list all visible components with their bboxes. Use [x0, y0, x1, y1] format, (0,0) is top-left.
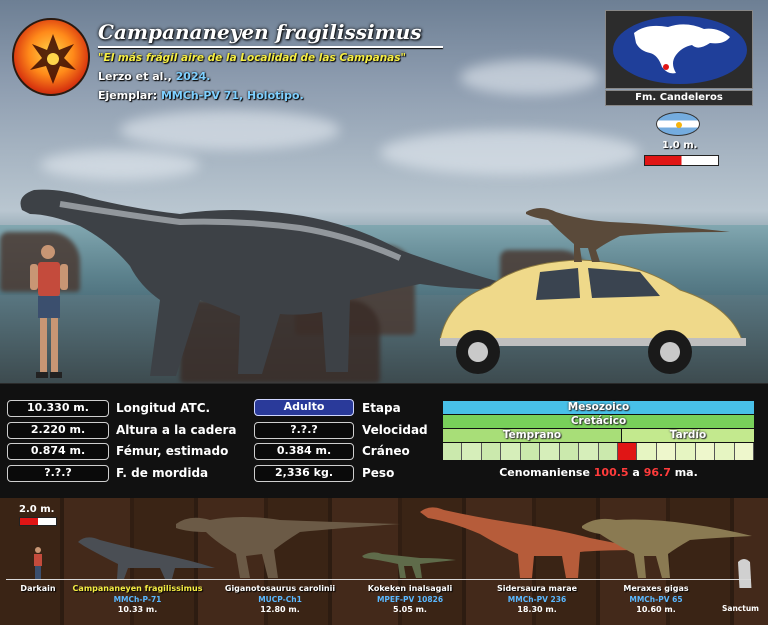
campananeyen-silhouette	[78, 537, 215, 579]
weight-value: 2,336 kg.	[254, 465, 354, 482]
darkain-figure	[34, 547, 42, 579]
kokeken-silhouette	[362, 552, 456, 578]
lineup-name-giganotosaurus: Giganotosaurus carolinii	[224, 584, 336, 593]
lineup-ground-line	[6, 579, 751, 580]
stage-range: Cenomaniense 100.5 a 96.7 ma.	[443, 466, 754, 479]
stage-cell	[734, 443, 754, 460]
lineup-specimen-kokeken: MPEF-PV 10826	[376, 595, 444, 604]
timeline-period: Cretácico	[443, 415, 754, 428]
sanctum-logo-icon	[738, 559, 752, 588]
lineup-name-sidersaura: Sidersaura marae	[496, 584, 578, 593]
stage-label: Etapa	[362, 401, 401, 415]
theropod-silhouette	[526, 208, 730, 262]
stage-cell	[501, 443, 521, 460]
lineup-specimen-meraxes: MMCh-PV 65	[629, 595, 683, 604]
sauropod-silhouette	[20, 189, 530, 376]
lineup-name-darkain: Darkain	[20, 584, 56, 593]
lineup-length-meraxes: 10.60 m.	[636, 605, 676, 614]
skull-label: Cráneo	[362, 444, 410, 458]
stage-cell	[579, 443, 599, 460]
stage-cell	[715, 443, 735, 460]
giganotosaurus-silhouette	[176, 517, 400, 578]
timeline-stages	[443, 443, 754, 460]
stage-cell	[598, 443, 618, 460]
weight-label: Peso	[362, 466, 395, 480]
stage-start: 100.5	[593, 466, 629, 479]
stage-end: 96.7	[643, 466, 671, 479]
stage-cell	[481, 443, 502, 460]
stage-name: Cenomaniense	[499, 466, 590, 479]
bite-force-value: ?.?.?	[7, 465, 109, 482]
timeline-late: Tardío	[622, 429, 754, 442]
lineup-specimen-giganotosaurus: MUCP-Ch1	[258, 595, 302, 604]
stage-unit: ma.	[674, 466, 698, 479]
stage-cell	[520, 443, 541, 460]
lineup-length-giganotosaurus: 12.80 m.	[260, 605, 300, 614]
lineup-name-campananeyen: Campananeyen fragilissimus	[72, 584, 203, 593]
stage-connector: a	[632, 466, 640, 479]
hip-height-label: Altura a la cadera	[116, 423, 237, 437]
stage-cell	[559, 443, 580, 460]
lineup-illustrations	[34, 507, 752, 588]
stage-cell	[695, 443, 716, 460]
speed-label: Velocidad	[362, 423, 428, 437]
stage-value: Adulto	[254, 399, 354, 416]
lineup-name-kokeken: Kokeken inalsagali	[367, 584, 453, 593]
car-illustration	[439, 259, 746, 374]
sanctum-logo-text: Sanctum	[722, 604, 759, 613]
femur-value: 0.874 m.	[7, 443, 109, 460]
stage-cell	[637, 443, 657, 460]
human-figure	[30, 245, 68, 378]
stage-cell	[462, 443, 482, 460]
stage-cell	[656, 443, 677, 460]
lineup-length-sidersaura: 18.30 m.	[517, 605, 557, 614]
hero-illustration	[20, 189, 746, 378]
stage-cell	[443, 443, 463, 460]
speed-value: ?.?.?	[254, 422, 354, 439]
femur-label: Fémur, estimado	[116, 444, 229, 458]
lineup-specimen-sidersaura: MMCh-PV 236	[507, 595, 567, 604]
length-value: 10.330 m.	[7, 400, 109, 417]
lineup-specimen-campananeyen: MMCh-P-71	[113, 595, 162, 604]
lineup-length-campananeyen: 10.33 m.	[117, 605, 158, 614]
timeline-era: Mesozoico	[443, 401, 754, 414]
skull-value: 0.384 m.	[254, 443, 354, 460]
stage-cell	[676, 443, 696, 460]
bite-force-label: F. de mordida	[116, 466, 209, 480]
lineup-length-kokeken: 5.05 m.	[393, 605, 427, 614]
hip-height-value: 2.220 m.	[7, 422, 109, 439]
stage-cell-highlight	[617, 443, 638, 460]
length-label: Longitud ATC.	[116, 401, 211, 415]
lineup-name-meraxes: Meraxes gigas	[623, 584, 689, 593]
timeline-early: Temprano	[443, 429, 621, 442]
stage-cell	[540, 443, 560, 460]
